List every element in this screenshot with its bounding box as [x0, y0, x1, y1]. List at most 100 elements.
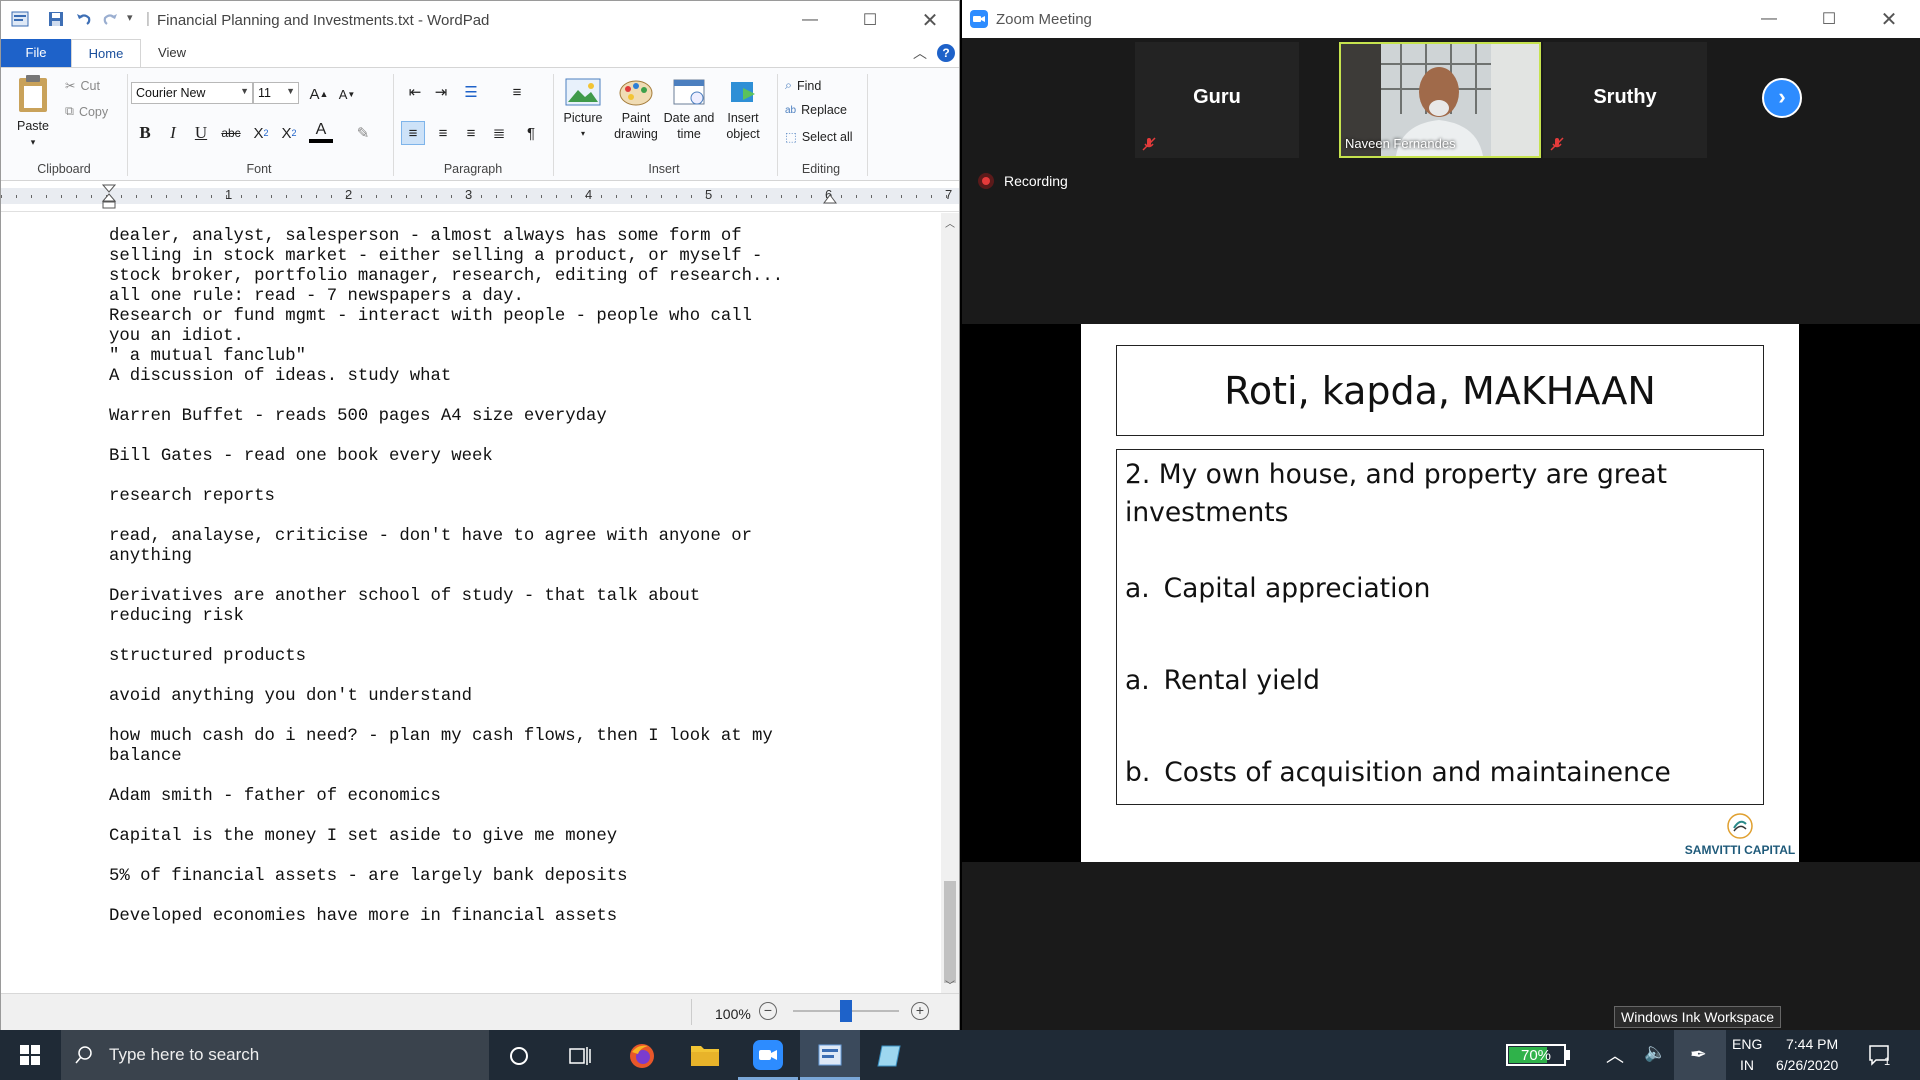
- scroll-down-icon[interactable]: ﹀: [945, 977, 955, 992]
- copy-button[interactable]: ⧉ Copy: [65, 104, 108, 119]
- close-button[interactable]: ✕: [901, 1, 959, 39]
- vertical-scrollbar[interactable]: ︿ ﹀: [941, 213, 959, 993]
- decrease-indent-icon[interactable]: ⇤: [403, 80, 427, 104]
- tab-file[interactable]: File: [1, 39, 71, 67]
- ruler-tick: [316, 195, 317, 198]
- ruler[interactable]: 1 2 3 4 5 6 7: [1, 182, 959, 212]
- zoom-minimize-button[interactable]: —: [1740, 0, 1798, 38]
- date-time-button[interactable]: Date and time: [661, 78, 717, 142]
- align-center-icon[interactable]: ≡: [431, 121, 455, 145]
- calendar-icon: [673, 79, 705, 105]
- cortana-icon[interactable]: [508, 1045, 530, 1067]
- windows-ink-button[interactable]: ✒: [1674, 1030, 1726, 1080]
- zoom-out-icon[interactable]: −: [759, 1002, 777, 1020]
- task-view-icon[interactable]: [568, 1045, 592, 1067]
- active-speaker-tile[interactable]: Naveen Fernandes: [1339, 42, 1541, 158]
- highlight-icon[interactable]: ✎: [351, 121, 375, 145]
- help-icon[interactable]: ?: [937, 44, 955, 62]
- justify-icon[interactable]: ≣: [487, 121, 511, 145]
- zoom-title-bar[interactable]: Zoom Meeting — ☐ ✕: [962, 0, 1920, 38]
- ruler-tick: [841, 195, 842, 198]
- title-divider: |: [146, 10, 150, 27]
- pen-icon: ✒: [1690, 1044, 1707, 1066]
- scroll-up-icon[interactable]: ︿: [945, 215, 955, 230]
- underline-icon[interactable]: U: [189, 121, 213, 145]
- undo-icon[interactable]: [75, 10, 93, 28]
- paste-button[interactable]: Paste ▾: [13, 74, 53, 150]
- taskbar-wordpad-app[interactable]: [800, 1030, 860, 1080]
- wordpad-app-icon[interactable]: [11, 10, 29, 28]
- ribbon-separator: [127, 74, 128, 176]
- superscript-icon[interactable]: X2: [277, 121, 301, 145]
- window-title: Financial Planning and Investments.txt -…: [157, 12, 490, 29]
- tab-home[interactable]: Home: [71, 39, 141, 67]
- align-right-icon[interactable]: ≡: [459, 121, 483, 145]
- zoom-in-icon[interactable]: +: [911, 1002, 929, 1020]
- recording-indicator[interactable]: Recording: [978, 173, 1068, 189]
- volume-icon[interactable]: 🔈: [1644, 1042, 1666, 1063]
- insert-picture-button[interactable]: Picture ▾: [559, 78, 607, 142]
- file-explorer-icon[interactable]: [690, 1042, 720, 1068]
- replace-button[interactable]: ab Replace: [785, 103, 847, 117]
- replace-icon: ab: [785, 104, 797, 116]
- increase-indent-icon[interactable]: ⇥: [429, 80, 453, 104]
- ribbon-separator: [393, 74, 394, 176]
- cut-button[interactable]: ✂ Cut: [65, 78, 100, 94]
- select-all-button[interactable]: ⬚ Select all: [785, 129, 853, 145]
- subscript-icon[interactable]: X2: [249, 121, 273, 145]
- windows-start-icon[interactable]: [20, 1045, 40, 1065]
- collapse-ribbon-icon[interactable]: ︿: [913, 43, 927, 63]
- align-left-icon[interactable]: ≡: [401, 121, 425, 145]
- firefox-icon[interactable]: [628, 1042, 656, 1070]
- italic-icon[interactable]: I: [161, 121, 185, 145]
- strikethrough-icon[interactable]: abc: [219, 121, 243, 145]
- zoom-close-button[interactable]: ✕: [1860, 0, 1918, 38]
- next-page-arrow-icon[interactable]: ›: [1762, 78, 1802, 118]
- paragraph-dialog-icon[interactable]: ¶: [519, 121, 543, 145]
- minimize-button[interactable]: —: [781, 1, 839, 39]
- ruler-track: [1, 188, 959, 204]
- font-size-select[interactable]: 11 ▼: [253, 82, 299, 104]
- show-hidden-icons-icon[interactable]: ︿: [1606, 1042, 1624, 1068]
- participant-tile[interactable]: Guru: [1135, 42, 1299, 158]
- shrink-font-icon[interactable]: A ▼: [335, 82, 359, 106]
- notepad-icon[interactable]: [876, 1042, 904, 1070]
- taskbar-zoom-app[interactable]: [738, 1030, 798, 1080]
- scrollbar-thumb[interactable]: [944, 881, 956, 983]
- find-button[interactable]: ⌕ Find: [785, 78, 821, 93]
- right-indent-marker-icon[interactable]: [823, 194, 837, 206]
- paragraph-group-label: Paragraph: [443, 162, 503, 176]
- line-spacing-icon[interactable]: ≡: [505, 80, 529, 104]
- bold-icon[interactable]: B: [133, 121, 157, 145]
- tab-view[interactable]: View: [143, 39, 201, 67]
- customize-qat-icon[interactable]: ▾: [127, 11, 133, 24]
- paint-drawing-button[interactable]: Paint drawing: [611, 78, 661, 142]
- ruler-tick: [166, 195, 167, 198]
- save-icon[interactable]: [47, 10, 65, 28]
- document-text[interactable]: dealer, analyst, salesperson - almost al…: [109, 227, 929, 927]
- language-code[interactable]: ENG: [1732, 1036, 1762, 1052]
- clock-time[interactable]: 7:44 PM: [1786, 1036, 1838, 1052]
- insert-object-button[interactable]: Insert object: [719, 78, 767, 142]
- zoom-maximize-button[interactable]: ☐: [1800, 0, 1858, 38]
- maximize-button[interactable]: ☐: [841, 1, 899, 39]
- grow-font-icon[interactable]: A ▲: [307, 82, 331, 106]
- document-area[interactable]: dealer, analyst, salesperson - almost al…: [1, 213, 941, 993]
- ribbon-separator: [867, 74, 868, 176]
- bullet-list-icon[interactable]: ☰: [459, 80, 483, 104]
- battery-indicator[interactable]: 70%: [1506, 1044, 1566, 1066]
- participant-tile[interactable]: Sruthy: [1543, 42, 1707, 158]
- search-box[interactable]: Type here to search: [61, 1030, 489, 1080]
- language-region[interactable]: IN: [1740, 1057, 1754, 1073]
- text-color-icon[interactable]: A: [309, 121, 333, 143]
- indent-marker-icon[interactable]: [102, 184, 116, 210]
- bullet-marker: a.: [1125, 573, 1150, 604]
- clock-date[interactable]: 6/26/2020: [1776, 1057, 1838, 1073]
- zoom-level: 100%: [715, 1006, 751, 1022]
- zoom-slider-thumb[interactable]: [840, 1000, 852, 1022]
- zoom-icon: [753, 1040, 783, 1070]
- paste-dropdown-icon[interactable]: ▾: [13, 134, 53, 150]
- redo-icon[interactable]: [101, 10, 119, 28]
- wordpad-title-bar[interactable]: ▾ | Financial Planning and Investments.t…: [1, 1, 959, 39]
- font-family-select[interactable]: Courier New ▼: [131, 82, 253, 104]
